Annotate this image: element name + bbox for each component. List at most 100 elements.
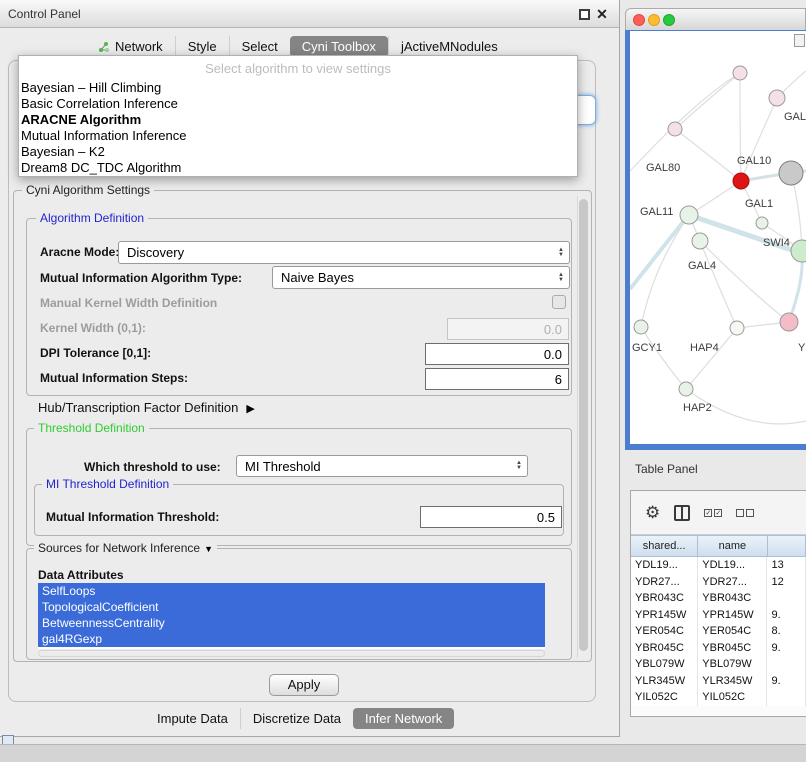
table-row[interactable]: YBR045C YBR045C 9.: [631, 640, 806, 657]
tab-infer-network[interactable]: Infer Network: [353, 708, 454, 729]
node[interactable]: [769, 90, 785, 106]
which-threshold-label: Which threshold to use:: [84, 460, 221, 474]
expand-arrow-icon: ▶: [246, 402, 254, 415]
gear-icon[interactable]: ⚙: [645, 503, 660, 523]
columns-icon[interactable]: [674, 505, 690, 521]
deselect-all-checkboxes-icon[interactable]: [736, 509, 754, 517]
mi-threshold-group-title: MI Threshold Definition: [42, 477, 173, 491]
tab-network-label: Network: [115, 39, 163, 54]
tab-impute-data[interactable]: Impute Data: [145, 708, 240, 729]
attributes-hscrollbar[interactable]: [38, 650, 545, 657]
attribute-item-selected[interactable]: gal4RGexp: [38, 631, 545, 647]
network-overview-box[interactable]: [794, 34, 805, 47]
node-label: SWI4: [763, 237, 790, 249]
hub-section-toggle[interactable]: Hub/Transcription Factor Definition▶: [38, 400, 255, 415]
algorithm-option[interactable]: Basic Correlation Inference: [19, 96, 577, 112]
table-header-row: shared... name: [631, 535, 806, 557]
node[interactable]: [780, 313, 798, 331]
network-window-titlebar[interactable]: [625, 8, 806, 30]
collapse-arrow-icon: ▼: [204, 544, 213, 554]
zoom-traffic-light[interactable]: [663, 14, 675, 26]
kernel-width-input[interactable]: [447, 318, 569, 340]
algorithm-option[interactable]: Bayesian – K2: [19, 144, 577, 160]
table-row[interactable]: YER054C YER054C 8.: [631, 623, 806, 640]
tab-network[interactable]: Network: [86, 36, 175, 57]
apply-button[interactable]: Apply: [269, 674, 339, 696]
tab-cyni-toolbox[interactable]: Cyni Toolbox: [290, 36, 388, 57]
data-attributes-label: Data Attributes: [38, 568, 124, 582]
algorithm-definition-title: Algorithm Definition: [36, 211, 148, 225]
sources-group-title[interactable]: Sources for Network Inference▼: [34, 541, 217, 555]
algorithm-option[interactable]: Mutual Information Inference: [19, 128, 577, 144]
node[interactable]: [779, 161, 803, 185]
settings-scrollbar: [577, 196, 589, 658]
node[interactable]: [634, 320, 648, 334]
dpi-tolerance-label: DPI Tolerance [0,1]:: [40, 346, 151, 360]
tab-select[interactable]: Select: [229, 36, 290, 57]
node-gal10-highlighted[interactable]: [733, 173, 749, 189]
attribute-item-selected[interactable]: TopologicalCoefficient: [38, 599, 545, 615]
data-attributes-list: SelfLoops TopologicalCoefficient Between…: [38, 583, 545, 649]
dpi-tolerance-input[interactable]: [425, 343, 569, 365]
algorithm-option-aracne[interactable]: ARACNE Algorithm: [19, 112, 577, 128]
cyni-algorithm-settings-title: Cyni Algorithm Settings: [22, 183, 154, 197]
float-window-icon[interactable]: [579, 9, 590, 20]
mi-algorithm-type-label: Mutual Information Algorithm Type:: [40, 271, 242, 285]
node-label: Y: [798, 342, 806, 354]
combo-stepper-icon: ▲▼: [511, 461, 527, 471]
close-traffic-light[interactable]: [633, 14, 645, 26]
close-icon[interactable]: ✕: [594, 5, 610, 23]
table-row[interactable]: YLR345W YLR345W 9.: [631, 673, 806, 690]
aracne-mode-select[interactable]: Discovery ▲▼: [118, 241, 570, 264]
node-label: GCY1: [632, 342, 662, 354]
table-row[interactable]: YDR27... YDR27... 12: [631, 574, 806, 591]
network-canvas[interactable]: GAL80 GAL10 GAL11 GAL1 SWI4 GAL4 GCY1 HA…: [625, 30, 806, 450]
attribute-item-selected[interactable]: BetweennessCentrality: [38, 615, 545, 631]
node[interactable]: [680, 206, 698, 224]
node[interactable]: [668, 122, 682, 136]
node[interactable]: [791, 240, 806, 262]
manual-kernel-width-checkbox[interactable]: [552, 295, 566, 309]
node-label: GAL80: [646, 162, 680, 174]
node[interactable]: [733, 66, 747, 80]
algorithm-select-popup: Select algorithm to view settings Bayesi…: [18, 55, 578, 177]
minimize-traffic-light[interactable]: [648, 14, 660, 26]
threshold-definition-title: Threshold Definition: [34, 421, 149, 435]
node[interactable]: [679, 382, 693, 396]
table-row[interactable]: YDL19... YDL19... 13: [631, 557, 806, 574]
network-graph: GAL80 GAL10 GAL11 GAL1 SWI4 GAL4 GCY1 HA…: [630, 31, 806, 445]
table-panel: ⚙ ✓✓ shared... name YDL19... YDL19... 13…: [630, 490, 806, 717]
table-row[interactable]: YBR043C YBR043C: [631, 590, 806, 607]
column-header-shared-name[interactable]: shared...: [631, 535, 698, 557]
select-all-checkboxes-icon[interactable]: ✓✓: [704, 509, 722, 517]
tab-style[interactable]: Style: [175, 36, 229, 57]
attribute-item-selected[interactable]: SelfLoops: [38, 583, 545, 599]
table-row[interactable]: YPR145W YPR145W 9.: [631, 607, 806, 624]
node-label: GAL4: [688, 260, 716, 272]
status-bar: [0, 744, 806, 762]
tab-jactivemnodules[interactable]: jActiveMNodules: [388, 36, 510, 57]
mi-threshold-input[interactable]: [420, 506, 562, 528]
node-label: GAL1: [745, 198, 773, 210]
mi-algorithm-type-select[interactable]: Naive Bayes ▲▼: [272, 266, 570, 289]
node-label: GAL10: [737, 155, 771, 167]
node[interactable]: [756, 217, 768, 229]
mi-threshold-label: Mutual Information Threshold:: [46, 510, 219, 524]
table-body: YDL19... YDL19... 13 YDR27... YDR27... 1…: [631, 557, 806, 706]
node[interactable]: [730, 321, 744, 335]
table-toolbar: ⚙ ✓✓: [631, 491, 806, 535]
column-header-name[interactable]: name: [698, 535, 767, 557]
tab-discretize-data[interactable]: Discretize Data: [240, 708, 353, 729]
which-threshold-select[interactable]: MI Threshold ▲▼: [236, 455, 528, 477]
algorithm-option[interactable]: Dream8 DC_TDC Algorithm: [19, 160, 577, 176]
network-tab-icon: [98, 41, 110, 53]
column-header-partial[interactable]: [768, 535, 806, 557]
node-label: HAP2: [683, 402, 712, 414]
table-row[interactable]: YBL079W YBL079W: [631, 656, 806, 673]
node[interactable]: [692, 233, 708, 249]
settings-scrollbar-thumb[interactable]: [579, 199, 588, 651]
algorithm-option[interactable]: Bayesian – Hill Climbing: [19, 80, 577, 96]
table-panel-title: Table Panel: [635, 462, 698, 476]
mi-steps-input[interactable]: [425, 368, 569, 390]
table-row[interactable]: YIL052C YIL052C: [631, 689, 806, 706]
